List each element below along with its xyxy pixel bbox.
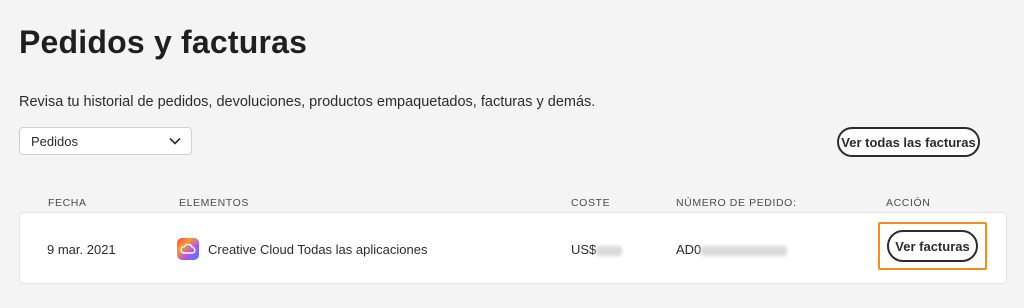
table-row — [19, 212, 1007, 284]
redacted-cost — [596, 245, 623, 256]
column-header-action: ACCIÓN — [886, 197, 931, 209]
creative-cloud-icon — [177, 238, 199, 260]
view-all-invoices-button[interactable]: Ver todas las facturas — [837, 127, 980, 157]
page-title: Pedidos y facturas — [19, 24, 308, 60]
order-number: AD0 — [676, 242, 788, 257]
view-invoices-button[interactable]: Ver facturas — [887, 230, 978, 262]
page-subtitle: Revisa tu historial de pedidos, devoluci… — [19, 94, 596, 110]
redacted-order-number — [701, 245, 788, 256]
column-header-date: FECHA — [48, 197, 87, 209]
column-header-items: ELEMENTOS — [179, 197, 249, 209]
order-type-select[interactable]: Pedidos — [19, 127, 192, 155]
cost-currency: US$ — [571, 242, 597, 257]
chevron-down-icon — [169, 137, 181, 145]
order-item-name: Creative Cloud Todas las aplicaciones — [208, 242, 428, 257]
order-date: 9 mar. 2021 — [47, 242, 116, 257]
order-cost: US$ — [571, 242, 623, 257]
column-header-order-number: NÚMERO DE PEDIDO: — [676, 197, 797, 209]
order-type-select-value: Pedidos — [31, 133, 78, 149]
column-header-cost: COSTE — [571, 197, 611, 209]
order-number-prefix: AD0 — [676, 242, 702, 257]
